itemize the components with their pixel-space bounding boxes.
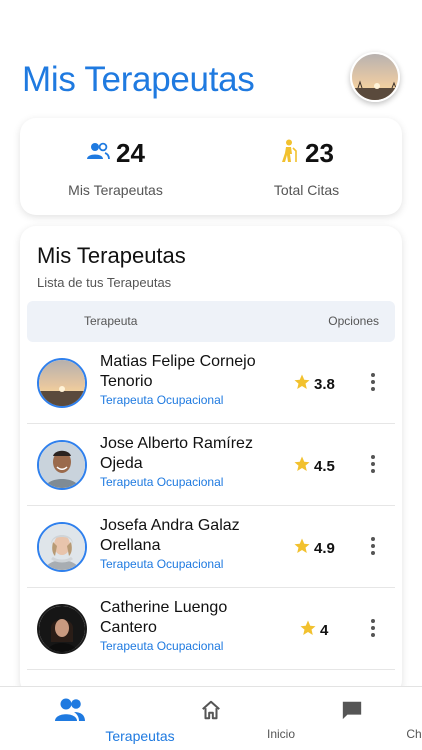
column-header-options: Opciones [328, 314, 379, 328]
rating: 4.5 [293, 455, 335, 478]
therapist-avatar [37, 604, 87, 654]
stat-appointments: 23 Total Citas [211, 118, 402, 215]
rating-value: 4.5 [314, 458, 335, 475]
stat-label: Total Citas [273, 182, 340, 198]
options-menu-icon[interactable] [365, 370, 381, 394]
table-row[interactable]: Matias Felipe Cornejo Tenorio Terapeuta … [27, 342, 395, 424]
stat-label: Mis Terapeutas [68, 182, 163, 198]
therapist-name: Jose Alberto Ramírez Ojeda [100, 435, 253, 472]
list-title: Mis Terapeutas [37, 243, 186, 268]
rating: 3.8 [293, 373, 335, 396]
options-menu-icon[interactable] [365, 452, 381, 476]
chat-icon [341, 699, 363, 726]
therapist-specialty: Terapeuta Ocupacional [100, 639, 224, 653]
column-header-therapist: Terapeuta [84, 314, 138, 328]
therapist-name: Matias Felipe Cornejo Tenorio [100, 353, 256, 390]
table-row[interactable]: Jose Alberto Ramírez Ojeda Terapeuta Ocu… [27, 424, 395, 506]
table-row[interactable]: Catherine Luengo Cantero Terapeuta Ocupa… [27, 588, 395, 670]
rating: 4.9 [293, 537, 335, 560]
rating-value: 3.8 [314, 376, 335, 393]
therapist-avatar [37, 440, 87, 490]
people-icon [86, 142, 110, 165]
nav-tab-therapists[interactable]: Terapeutas [0, 687, 175, 750]
nav-tab-home[interactable]: Inicio [141, 687, 295, 750]
stat-value: 24 [116, 138, 145, 168]
therapist-avatar [37, 358, 87, 408]
rating-value: 4 [320, 622, 329, 639]
person-cane-icon [279, 139, 299, 168]
therapist-name: Catherine Luengo Cantero [100, 599, 228, 636]
options-menu-icon[interactable] [365, 534, 381, 558]
therapist-specialty: Terapeuta Ocupacional [100, 475, 224, 489]
star-icon [293, 373, 311, 396]
table-row[interactable]: Josefa Andra Galaz Orellana Terapeuta Oc… [27, 506, 395, 588]
bottom-navigation: Terapeutas Inicio Chats [0, 686, 422, 750]
profile-avatar[interactable] [350, 52, 400, 102]
therapists-list-card: Mis Terapeutas Lista de tus Terapeutas T… [20, 226, 402, 696]
stats-card: 24 Mis Terapeutas 23 Total Citas [20, 118, 402, 215]
page-title: Mis Terapeutas [22, 60, 255, 99]
table-header: Terapeuta Opciones [27, 301, 395, 342]
home-icon [200, 699, 222, 726]
therapist-specialty: Terapeuta Ocupacional [100, 557, 224, 571]
options-menu-icon[interactable] [365, 616, 381, 640]
rating-value: 4.9 [314, 540, 335, 557]
therapist-name: Josefa Andra Galaz Orellana [100, 517, 240, 554]
rating: 4 [299, 619, 328, 642]
star-icon [299, 619, 317, 642]
nav-tab-chats[interactable]: Chats [282, 687, 422, 750]
therapist-avatar [37, 522, 87, 572]
stat-value: 23 [305, 138, 334, 168]
star-icon [293, 455, 311, 478]
header: Mis Terapeutas [0, 0, 422, 112]
people-icon [54, 697, 86, 728]
nav-label: Chats [406, 727, 422, 741]
list-subtitle: Lista de tus Terapeutas [37, 275, 172, 290]
star-icon [293, 537, 311, 560]
therapist-specialty: Terapeuta Ocupacional [100, 393, 224, 407]
stat-therapists: 24 Mis Terapeutas [20, 118, 211, 215]
